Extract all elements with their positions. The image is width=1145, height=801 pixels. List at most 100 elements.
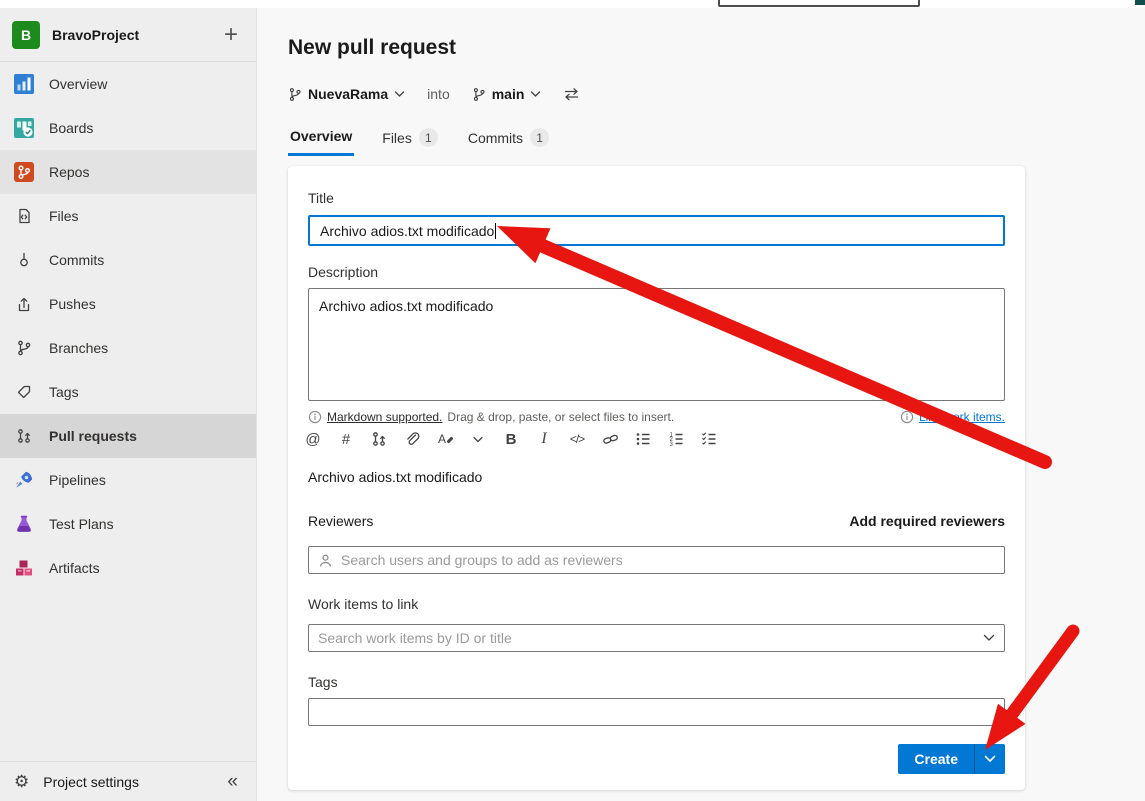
sidebar-item-label: Tags [49,384,79,400]
tags-input-box [308,698,1005,726]
work-items-search-input[interactable] [318,630,975,646]
source-branch-picker[interactable]: NuevaRama [288,86,405,102]
top-nav-remnant [0,0,1145,8]
pushes-icon [13,296,35,312]
project-header[interactable]: B BravoProject + [0,8,256,62]
sidebar-item-pushes[interactable]: Pushes [0,282,256,326]
target-branch-picker[interactable]: main [472,86,542,102]
reviewers-label: Reviewers [308,513,373,529]
commits-count-badge: 1 [530,128,549,147]
page-title: New pull request [288,36,456,60]
pipelines-icon [13,470,35,490]
italic-button[interactable]: I [531,426,557,452]
create-button[interactable]: Create [898,744,974,774]
sidebar-item-test-plans[interactable]: Test Plans [0,502,256,546]
text-cursor [495,223,496,239]
description-textarea[interactable]: Archivo adios.txt modificado [308,288,1005,401]
title-input[interactable]: Archivo adios.txt modificado [308,215,1005,246]
markdown-toolbar: @ # A B I </> 123 [300,426,729,452]
top-search-box-fragment[interactable] [718,0,920,7]
create-button-group: Create [898,744,1005,774]
chevron-down-icon [530,90,541,98]
tab-commits[interactable]: Commits 1 [466,122,551,156]
branches-icon [13,340,35,356]
tab-label: Overview [290,128,352,144]
svg-text:3: 3 [670,442,674,447]
sidebar-item-artifacts[interactable]: Artifacts [0,546,256,590]
sidebar-item-label: Repos [49,164,89,180]
sidebar-item-label: Pushes [49,296,96,312]
tags-input[interactable] [318,704,995,720]
gear-icon: ⚙ [14,772,29,792]
source-branch-name: NuevaRama [308,86,388,102]
bold-button[interactable]: B [498,426,524,452]
sidebar-item-repos[interactable]: Repos [0,150,256,194]
sidebar: B BravoProject + Overview Boards Repos [0,8,257,801]
info-icon [308,410,322,424]
top-avatar-fragment [1135,0,1145,5]
description-label: Description [308,264,378,280]
into-label: into [427,86,450,102]
collapse-sidebar-icon[interactable]: « [221,771,244,793]
sidebar-item-tags[interactable]: Tags [0,370,256,414]
sidebar-item-label: Artifacts [49,560,100,576]
svg-text:A: A [438,432,446,446]
sidebar-item-boards[interactable]: Boards [0,106,256,150]
boards-icon [13,118,35,138]
test-plans-icon [13,514,35,534]
description-preview-text: Archivo adios.txt modificado [308,469,482,485]
reviewers-search-input[interactable] [341,552,995,568]
code-button[interactable]: </> [564,426,590,452]
pull-request-icon [13,428,35,444]
tags-label: Tags [308,674,338,690]
work-items-label: Work items to link [308,596,418,612]
format-dropdown-chevron[interactable] [465,426,491,452]
sidebar-item-label: Test Plans [49,516,114,532]
title-value: Archivo adios.txt modificado [320,223,494,239]
chevron-down-icon [394,90,405,98]
tab-label: Commits [468,130,523,146]
sidebar-nav: Overview Boards Repos Files Commits [0,62,256,761]
project-settings-label: Project settings [43,774,139,790]
work-items-search-box [308,624,1005,652]
sidebar-item-commits[interactable]: Commits [0,238,256,282]
sidebar-item-branches[interactable]: Branches [0,326,256,370]
target-branch-name: main [492,86,525,102]
pull-request-reference-button[interactable] [366,426,392,452]
branch-icon [472,87,486,102]
add-required-reviewers-button[interactable]: Add required reviewers [849,513,1005,529]
add-project-button[interactable]: + [218,25,244,45]
artifacts-icon [13,558,35,578]
sidebar-item-label: Commits [49,252,104,268]
tab-files[interactable]: Files 1 [380,122,440,156]
sidebar-item-pipelines[interactable]: Pipelines [0,458,256,502]
swap-branches-button[interactable] [563,87,580,101]
project-icon: B [12,21,40,49]
files-count-badge: 1 [419,128,438,147]
project-name: BravoProject [52,27,206,43]
reviewers-search-box [308,546,1005,574]
attach-file-button[interactable] [399,426,425,452]
pr-tabs: Overview Files 1 Commits 1 [288,122,551,156]
sidebar-item-files[interactable]: Files [0,194,256,238]
link-button[interactable] [597,426,623,452]
bullet-list-button[interactable] [630,426,656,452]
mention-button[interactable]: @ [300,426,326,452]
numbered-list-button[interactable]: 123 [663,426,689,452]
sidebar-item-label: Pipelines [49,472,106,488]
sidebar-item-label: Pull requests [49,428,137,444]
tab-overview[interactable]: Overview [288,122,354,156]
commits-icon [13,252,35,268]
task-list-button[interactable] [696,426,722,452]
work-item-reference-button[interactable]: # [333,426,359,452]
create-options-chevron[interactable] [974,744,1005,774]
sidebar-item-overview[interactable]: Overview [0,62,256,106]
link-work-items-link[interactable]: Link work items. [919,410,1005,424]
description-hints: Markdown supported. Drag & drop, paste, … [308,410,1005,424]
chevron-down-icon[interactable] [983,634,995,642]
markdown-supported-link[interactable]: Markdown supported. [327,410,442,424]
format-button[interactable]: A [432,426,458,452]
reviewers-header-row: Reviewers Add required reviewers [308,513,1005,529]
sidebar-item-pull-requests[interactable]: Pull requests [0,414,256,458]
project-settings-row[interactable]: ⚙ Project settings « [0,761,256,801]
